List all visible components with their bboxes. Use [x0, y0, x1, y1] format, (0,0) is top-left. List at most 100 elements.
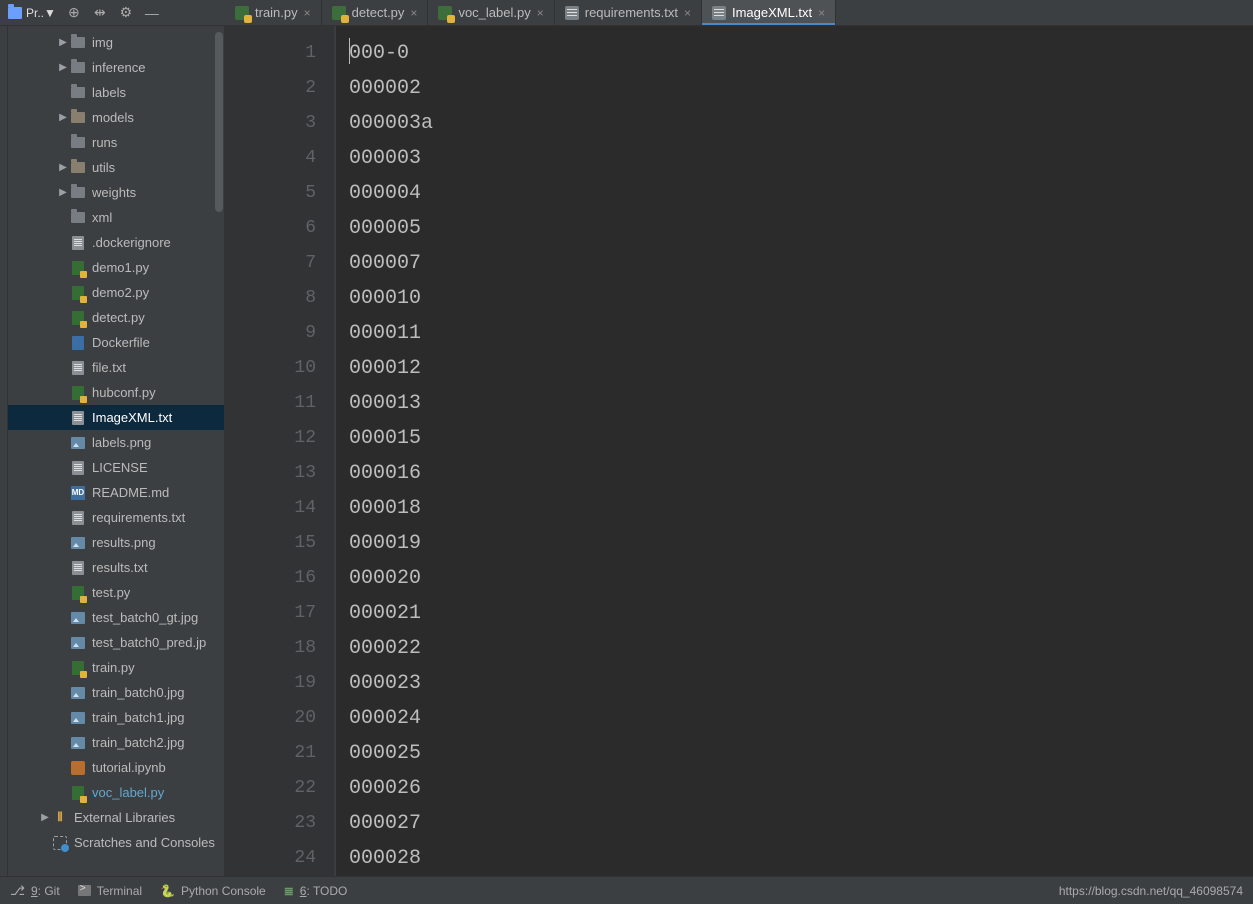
- line-number[interactable]: 15: [225, 526, 334, 561]
- tree-item-results-png[interactable]: results.png: [8, 530, 224, 555]
- line-number[interactable]: 6: [225, 211, 334, 246]
- line-number[interactable]: 3: [225, 106, 334, 141]
- tree-item-file-txt[interactable]: file.txt: [8, 355, 224, 380]
- line-number[interactable]: 18: [225, 631, 334, 666]
- line-number[interactable]: 2: [225, 71, 334, 106]
- code-line[interactable]: 000028: [349, 841, 1253, 876]
- code-line[interactable]: 000015: [349, 421, 1253, 456]
- line-number[interactable]: 20: [225, 701, 334, 736]
- git-tool-button[interactable]: ⎇ 9: Git: [10, 883, 60, 899]
- line-gutter[interactable]: 123456789101112131415161718192021222324: [225, 26, 335, 876]
- expand-arrow-icon[interactable]: ▶: [38, 812, 52, 823]
- tree-item-test_batch0_gt-jpg[interactable]: test_batch0_gt.jpg: [8, 605, 224, 630]
- close-icon[interactable]: ×: [410, 6, 417, 20]
- code-line[interactable]: 000007: [349, 246, 1253, 281]
- tab-detect-py[interactable]: detect.py×: [322, 0, 429, 25]
- tab-ImageXML-txt[interactable]: ImageXML.txt×: [702, 0, 836, 25]
- expand-arrow-icon[interactable]: ▶: [56, 162, 70, 173]
- code-line[interactable]: 000003a: [349, 106, 1253, 141]
- locate-icon[interactable]: ⊕: [66, 5, 82, 21]
- sidebar-scroll-thumb[interactable]: [215, 32, 223, 212]
- line-number[interactable]: 5: [225, 176, 334, 211]
- line-number[interactable]: 19: [225, 666, 334, 701]
- line-number[interactable]: 8: [225, 281, 334, 316]
- tree-item-train_batch1-jpg[interactable]: train_batch1.jpg: [8, 705, 224, 730]
- close-icon[interactable]: ×: [537, 6, 544, 20]
- tree-item-detect-py[interactable]: detect.py: [8, 305, 224, 330]
- code-line[interactable]: 000013: [349, 386, 1253, 421]
- tree-item-weights[interactable]: ▶weights: [8, 180, 224, 205]
- line-number[interactable]: 13: [225, 456, 334, 491]
- line-number[interactable]: 11: [225, 386, 334, 421]
- tree-item-models[interactable]: ▶models: [8, 105, 224, 130]
- line-number[interactable]: 17: [225, 596, 334, 631]
- line-number[interactable]: 4: [225, 141, 334, 176]
- code-line[interactable]: 000023: [349, 666, 1253, 701]
- line-number[interactable]: 22: [225, 771, 334, 806]
- code-line[interactable]: 000-0: [349, 36, 1253, 71]
- tree-item-LICENSE[interactable]: LICENSE: [8, 455, 224, 480]
- code-line[interactable]: 000022: [349, 631, 1253, 666]
- sidebar-scrollbar[interactable]: [214, 26, 224, 876]
- tree-item-train_batch2-jpg[interactable]: train_batch2.jpg: [8, 730, 224, 755]
- tree-item-xml[interactable]: xml: [8, 205, 224, 230]
- tree-item-hubconf-py[interactable]: hubconf.py: [8, 380, 224, 405]
- tree-item-Scratches-and-Consoles[interactable]: Scratches and Consoles: [8, 830, 224, 855]
- tree-item-External-Libraries[interactable]: ▶⫴External Libraries: [8, 805, 224, 830]
- code-line[interactable]: 000016: [349, 456, 1253, 491]
- tree-item-labels[interactable]: labels: [8, 80, 224, 105]
- tree-item-tutorial-ipynb[interactable]: tutorial.ipynb: [8, 755, 224, 780]
- code-line[interactable]: 000010: [349, 281, 1253, 316]
- line-number[interactable]: 12: [225, 421, 334, 456]
- tree-item-labels-png[interactable]: labels.png: [8, 430, 224, 455]
- code-area[interactable]: 000-0000002000003a0000030000040000050000…: [335, 26, 1253, 876]
- collapse-icon[interactable]: ⇹: [92, 5, 108, 21]
- line-number[interactable]: 9: [225, 316, 334, 351]
- line-number[interactable]: 23: [225, 806, 334, 841]
- tab-train-py[interactable]: train.py×: [225, 0, 322, 25]
- tree-item-test-py[interactable]: test.py: [8, 580, 224, 605]
- close-icon[interactable]: ×: [818, 6, 825, 20]
- tool-window-stripe[interactable]: [0, 26, 8, 876]
- todo-tool-button[interactable]: ≣ 6: TODO: [284, 884, 348, 898]
- tree-item-README-md[interactable]: MDREADME.md: [8, 480, 224, 505]
- tree-item-test_batch0_pred-jp[interactable]: test_batch0_pred.jp: [8, 630, 224, 655]
- code-line[interactable]: 000026: [349, 771, 1253, 806]
- close-icon[interactable]: ×: [684, 6, 691, 20]
- code-line[interactable]: 000018: [349, 491, 1253, 526]
- hide-icon[interactable]: —: [144, 5, 160, 21]
- expand-arrow-icon[interactable]: ▶: [56, 62, 70, 73]
- expand-arrow-icon[interactable]: ▶: [56, 112, 70, 123]
- project-tree[interactable]: ▶img▶inferencelabels▶modelsruns▶utils▶we…: [8, 26, 224, 861]
- tree-item-demo2-py[interactable]: demo2.py: [8, 280, 224, 305]
- code-line[interactable]: 000004: [349, 176, 1253, 211]
- tree-item-img[interactable]: ▶img: [8, 30, 224, 55]
- tree-item-runs[interactable]: runs: [8, 130, 224, 155]
- tree-item-requirements-txt[interactable]: requirements.txt: [8, 505, 224, 530]
- code-line[interactable]: 000011: [349, 316, 1253, 351]
- tree-item-voc_label-py[interactable]: voc_label.py: [8, 780, 224, 805]
- tree-item-train_batch0-jpg[interactable]: train_batch0.jpg: [8, 680, 224, 705]
- code-line[interactable]: 000005: [349, 211, 1253, 246]
- tree-item-inference[interactable]: ▶inference: [8, 55, 224, 80]
- project-dropdown[interactable]: Pr..▼: [8, 6, 56, 20]
- line-number[interactable]: 10: [225, 351, 334, 386]
- line-number[interactable]: 16: [225, 561, 334, 596]
- code-line[interactable]: 000021: [349, 596, 1253, 631]
- tree-item-results-txt[interactable]: results.txt: [8, 555, 224, 580]
- tree-item-Dockerfile[interactable]: Dockerfile: [8, 330, 224, 355]
- code-line[interactable]: 000002: [349, 71, 1253, 106]
- line-number[interactable]: 24: [225, 841, 334, 876]
- line-number[interactable]: 21: [225, 736, 334, 771]
- tab-voc_label-py[interactable]: voc_label.py×: [428, 0, 554, 25]
- code-line[interactable]: 000019: [349, 526, 1253, 561]
- tree-item-demo1-py[interactable]: demo1.py: [8, 255, 224, 280]
- line-number[interactable]: 7: [225, 246, 334, 281]
- code-line[interactable]: 000025: [349, 736, 1253, 771]
- tree-item-train-py[interactable]: train.py: [8, 655, 224, 680]
- code-line[interactable]: 000012: [349, 351, 1253, 386]
- expand-arrow-icon[interactable]: ▶: [56, 187, 70, 198]
- python-console-button[interactable]: 🐍 Python Console: [160, 884, 266, 898]
- tree-item--dockerignore[interactable]: .dockerignore: [8, 230, 224, 255]
- tab-requirements-txt[interactable]: requirements.txt×: [555, 0, 702, 25]
